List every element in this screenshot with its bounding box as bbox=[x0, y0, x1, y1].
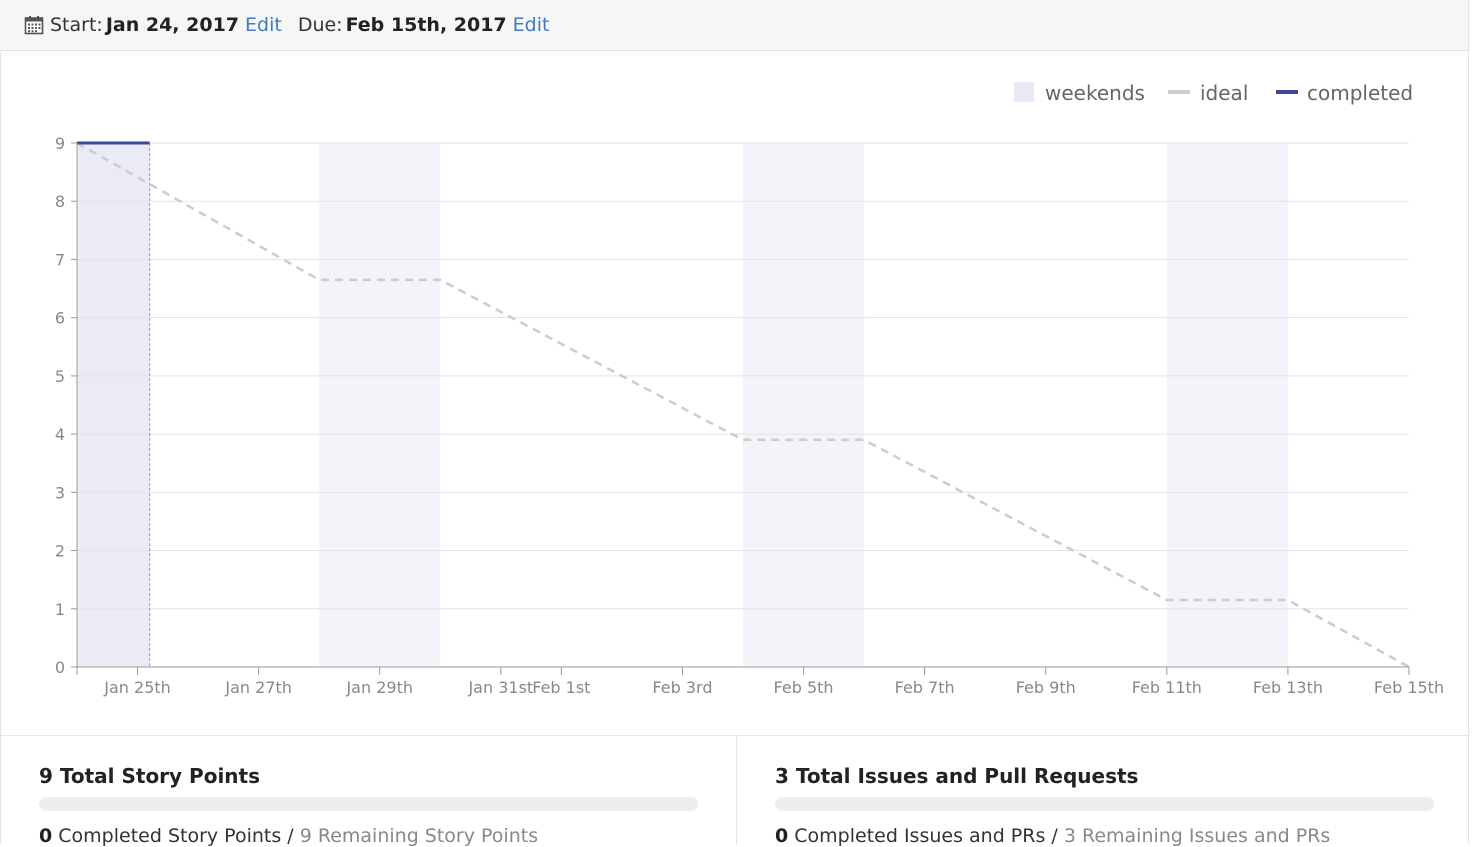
burndown-chart-svg: weekends ideal completed 0 1 2 3 4 5 6 7 8 9 Jan 2… bbox=[55, 81, 1444, 697]
y-tick-label: 8 bbox=[55, 192, 65, 211]
y-tick-label: 2 bbox=[55, 542, 65, 561]
legend-ideal-label: ideal bbox=[1200, 81, 1248, 105]
weekend-band bbox=[1166, 143, 1288, 667]
legend-completed-label: completed bbox=[1307, 81, 1413, 105]
due-label: Due: bbox=[297, 14, 343, 36]
x-tick-label: Jan 25th bbox=[103, 678, 171, 697]
chart-legend: weekends ideal completed bbox=[1014, 81, 1413, 105]
weekend-band bbox=[743, 143, 865, 667]
edit-start-date-link[interactable]: Edit bbox=[245, 14, 282, 36]
total-issues-title: 3 Total Issues and Pull Requests bbox=[775, 764, 1139, 788]
y-tick-label: 1 bbox=[55, 600, 65, 619]
edit-due-date-link[interactable]: Edit bbox=[513, 14, 550, 36]
x-tick-label: Feb 15th bbox=[1374, 678, 1444, 697]
y-tick-label: 6 bbox=[55, 309, 65, 328]
legend-weekends-label: weekends bbox=[1045, 81, 1145, 105]
legend-weekends-swatch bbox=[1014, 82, 1034, 102]
due-date: Feb 15th, 2017 bbox=[345, 14, 507, 36]
y-tick-label: 9 bbox=[55, 134, 65, 153]
x-tick-label: Feb 11th bbox=[1132, 678, 1202, 697]
x-tick-label: Feb 5th bbox=[774, 678, 834, 697]
legend-ideal-swatch bbox=[1168, 90, 1190, 94]
issues-progress-bar bbox=[775, 797, 1434, 811]
x-tick-label: Feb 3rd bbox=[652, 678, 712, 697]
x-tick-label: Feb 1st bbox=[532, 678, 590, 697]
y-tick-label: 4 bbox=[55, 425, 65, 444]
y-tick-label: 0 bbox=[55, 658, 65, 677]
story-points-panel: 9 Total Story Points 0 Completed Story P… bbox=[1, 736, 737, 847]
story-points-progress-bar bbox=[39, 797, 698, 811]
weekend-band bbox=[319, 143, 441, 667]
start-label: Start: bbox=[50, 14, 103, 36]
x-tick-label: Feb 9th bbox=[1016, 678, 1076, 697]
x-tick-label: Jan 29th bbox=[345, 678, 413, 697]
y-tick-label: 7 bbox=[55, 250, 65, 269]
x-tick-label: Feb 13th bbox=[1253, 678, 1323, 697]
x-tick-label: Jan 31st bbox=[467, 678, 533, 697]
total-story-points-title: 9 Total Story Points bbox=[39, 764, 261, 788]
y-tick-label: 3 bbox=[55, 483, 65, 502]
y-tick-label: 5 bbox=[55, 367, 65, 386]
x-tick-label: Jan 27th bbox=[224, 678, 292, 697]
x-tick-label: Feb 7th bbox=[895, 678, 955, 697]
start-date: Jan 24, 2017 bbox=[105, 14, 240, 36]
calendar-icon bbox=[24, 16, 44, 35]
issues-panel: 3 Total Issues and Pull Requests 0 Compl… bbox=[737, 736, 1470, 847]
legend-completed-swatch bbox=[1276, 90, 1298, 94]
milestone-stats: 9 Total Story Points 0 Completed Story P… bbox=[0, 735, 1470, 847]
burndown-chart: weekends ideal completed 0 1 2 3 4 5 6 7 8 9 Jan 2… bbox=[0, 52, 1469, 735]
milestone-date-bar: Start: Jan 24, 2017 Edit Due: Feb 15th, … bbox=[0, 0, 1469, 51]
completed-area bbox=[77, 143, 150, 667]
